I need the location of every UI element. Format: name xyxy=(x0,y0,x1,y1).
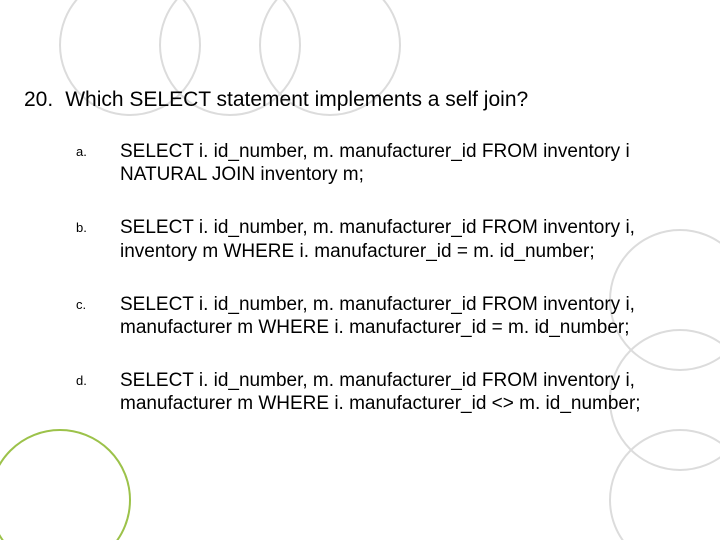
option-text: SELECT i. id_number, m. manufacturer_id … xyxy=(120,216,660,262)
option-label: c. xyxy=(76,293,92,312)
option-label: b. xyxy=(76,216,92,235)
question-number: 20. xyxy=(24,88,53,112)
option-label: d. xyxy=(76,369,92,388)
options-list: a. SELECT i. id_number, m. manufacturer_… xyxy=(76,140,660,445)
option-text: SELECT i. id_number, m. manufacturer_id … xyxy=(120,369,660,415)
option-b: b. SELECT i. id_number, m. manufacturer_… xyxy=(76,216,660,262)
option-label: a. xyxy=(76,140,92,159)
option-text: SELECT i. id_number, m. manufacturer_id … xyxy=(120,140,660,186)
question-text: Which SELECT statement implements a self… xyxy=(65,88,528,112)
question-row: 20. Which SELECT statement implements a … xyxy=(24,88,660,112)
option-c: c. SELECT i. id_number, m. manufacturer_… xyxy=(76,293,660,339)
option-a: a. SELECT i. id_number, m. manufacturer_… xyxy=(76,140,660,186)
option-text: SELECT i. id_number, m. manufacturer_id … xyxy=(120,293,660,339)
option-d: d. SELECT i. id_number, m. manufacturer_… xyxy=(76,369,660,415)
